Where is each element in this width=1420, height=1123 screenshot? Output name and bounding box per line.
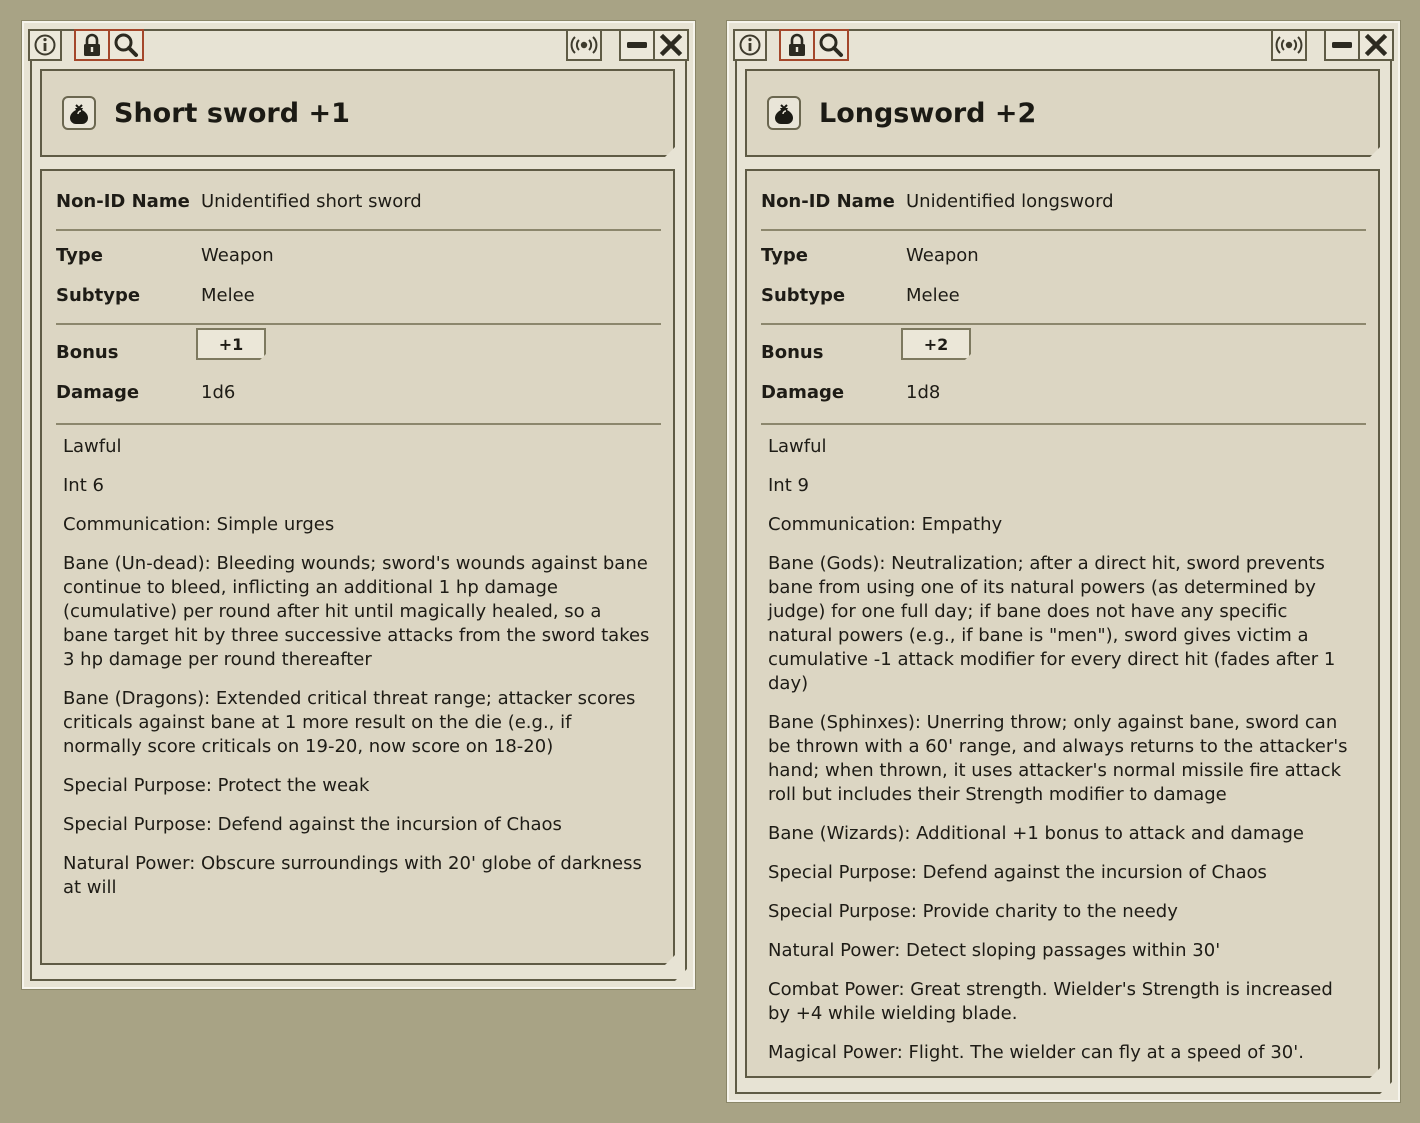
nonid-label: Non-ID Name bbox=[761, 191, 895, 212]
share-button[interactable] bbox=[566, 29, 602, 61]
property-item: Special Purpose: Provide charity to the … bbox=[768, 901, 1178, 922]
info-button[interactable] bbox=[733, 29, 767, 61]
property-item: Bane (Wizards): Additional +1 bonus to a… bbox=[768, 823, 1304, 844]
property-item: Combat Power: Great strength. Wielder's … bbox=[768, 979, 1333, 1024]
property-item: Bane (Un-dead): Bleeding wounds; sword's… bbox=[63, 553, 650, 670]
type-value[interactable]: Weapon bbox=[906, 245, 979, 266]
record-window-short-sword: Short sword +1 Non-ID Name Unidentified … bbox=[21, 20, 696, 990]
property-item: Int 6 bbox=[63, 475, 104, 496]
lock-search-group bbox=[74, 29, 144, 61]
nonid-value[interactable]: Unidentified longsword bbox=[906, 191, 1114, 212]
property-item: Bane (Sphinxes): Unerring throw; only ag… bbox=[768, 712, 1348, 805]
close-icon bbox=[1364, 33, 1388, 57]
search-icon bbox=[114, 33, 138, 57]
header-panel: Short sword +1 bbox=[40, 69, 675, 157]
minimize-button[interactable] bbox=[621, 31, 653, 59]
info-icon bbox=[739, 34, 761, 56]
share-icon bbox=[570, 36, 598, 54]
property-item: Int 9 bbox=[768, 475, 809, 496]
item-bag-icon[interactable] bbox=[767, 96, 801, 130]
close-icon bbox=[659, 33, 683, 57]
bonus-label: Bonus bbox=[761, 342, 824, 363]
property-item: Communication: Empathy bbox=[768, 514, 1003, 535]
property-item: Natural Power: Detect sloping passages w… bbox=[768, 940, 1221, 961]
item-details-panel: Non-ID Name Unidentified short sword Typ… bbox=[40, 169, 675, 965]
type-label: Type bbox=[761, 245, 808, 266]
lock-button[interactable] bbox=[76, 31, 108, 59]
property-item: Bane (Dragons): Extended critical threat… bbox=[63, 688, 636, 757]
search-icon bbox=[819, 33, 843, 57]
properties-list: Lawful Int 9 Communication: Empathy Bane… bbox=[768, 435, 1356, 1080]
search-button[interactable] bbox=[108, 31, 142, 59]
item-details-panel: Non-ID Name Unidentified longsword Type … bbox=[745, 169, 1380, 1078]
subtype-label: Subtype bbox=[761, 285, 846, 306]
property-item: Lawful bbox=[768, 436, 827, 457]
subtype-value[interactable]: Melee bbox=[201, 285, 255, 306]
lock-search-group bbox=[779, 29, 849, 61]
divider bbox=[761, 323, 1366, 325]
damage-label: Damage bbox=[761, 382, 845, 403]
property-item: Bane (Gods): Neutralization; after a dir… bbox=[768, 553, 1336, 694]
minimize-icon bbox=[1332, 42, 1352, 48]
share-button[interactable] bbox=[1271, 29, 1307, 61]
properties-list: Lawful Int 6 Communication: Simple urges… bbox=[63, 435, 651, 915]
divider bbox=[761, 229, 1366, 231]
subtype-value[interactable]: Melee bbox=[906, 285, 960, 306]
divider bbox=[56, 323, 661, 325]
property-item: Communication: Simple urges bbox=[63, 514, 335, 535]
damage-label: Damage bbox=[56, 382, 140, 403]
info-icon bbox=[34, 34, 56, 56]
bonus-field[interactable]: +2 bbox=[901, 328, 971, 360]
minimize-icon bbox=[627, 42, 647, 48]
search-button[interactable] bbox=[813, 31, 847, 59]
lock-button[interactable] bbox=[781, 31, 813, 59]
minimize-button[interactable] bbox=[1326, 31, 1358, 59]
divider bbox=[761, 423, 1366, 425]
lock-icon bbox=[84, 33, 100, 56]
nonid-value[interactable]: Unidentified short sword bbox=[201, 191, 422, 212]
divider bbox=[56, 423, 661, 425]
close-button[interactable] bbox=[1358, 31, 1392, 59]
item-title[interactable]: Longsword +2 bbox=[819, 98, 1036, 129]
nonid-label: Non-ID Name bbox=[56, 191, 190, 212]
item-title[interactable]: Short sword +1 bbox=[114, 98, 350, 129]
item-bag-icon[interactable] bbox=[62, 96, 96, 130]
type-label: Type bbox=[56, 245, 103, 266]
window-controls bbox=[1324, 29, 1394, 61]
record-window-longsword: Longsword +2 Non-ID Name Unidentified lo… bbox=[726, 20, 1401, 1103]
type-value[interactable]: Weapon bbox=[201, 245, 274, 266]
window-controls bbox=[619, 29, 689, 61]
share-icon bbox=[1275, 36, 1303, 54]
info-button[interactable] bbox=[28, 29, 62, 61]
property-item: Magical Power: Flight. The wielder can f… bbox=[768, 1042, 1304, 1063]
bonus-field[interactable]: +1 bbox=[196, 328, 266, 360]
header-panel: Longsword +2 bbox=[745, 69, 1380, 157]
property-item: Special Purpose: Defend against the incu… bbox=[768, 862, 1267, 883]
property-item: Special Purpose: Defend against the incu… bbox=[63, 814, 562, 835]
property-item: Natural Power: Obscure surroundings with… bbox=[63, 853, 642, 898]
divider bbox=[56, 229, 661, 231]
bonus-label: Bonus bbox=[56, 342, 119, 363]
close-button[interactable] bbox=[653, 31, 687, 59]
subtype-label: Subtype bbox=[56, 285, 141, 306]
damage-value[interactable]: 1d8 bbox=[906, 382, 940, 403]
damage-value[interactable]: 1d6 bbox=[201, 382, 235, 403]
property-item: Special Purpose: Protect the weak bbox=[63, 775, 370, 796]
lock-icon bbox=[789, 33, 805, 56]
property-item: Lawful bbox=[63, 436, 122, 457]
